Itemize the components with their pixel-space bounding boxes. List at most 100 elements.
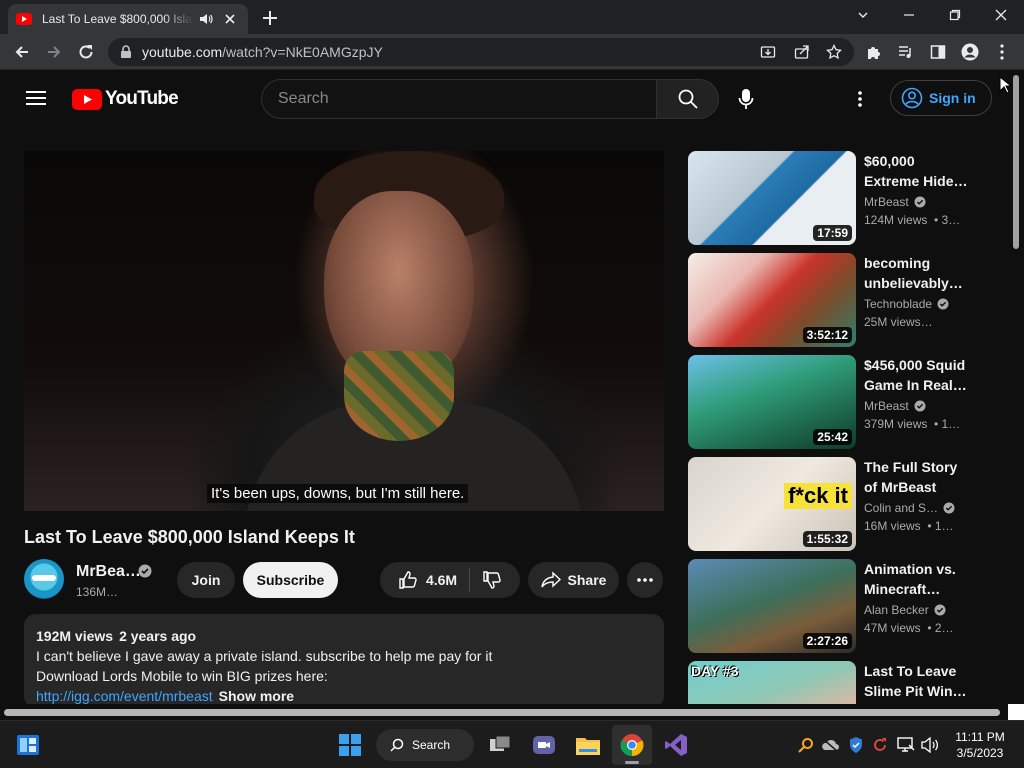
search-box[interactable] [261,79,657,119]
recommendation-title[interactable]: Last To Leave Slime Pit Win… [864,661,968,701]
recommendation-title[interactable]: becoming unbelievably… [864,253,968,293]
video-thumbnail[interactable]: f*ck it 1:55:32 [688,457,856,551]
display-settings-icon[interactable] [896,735,916,755]
reload-icon[interactable] [74,40,98,64]
settings-more-icon[interactable] [858,91,862,107]
browser-tab[interactable]: Last To Leave $800,000 Island Keeps It [8,4,248,34]
window-close-icon[interactable] [978,0,1024,30]
search-app-tray-icon[interactable] [796,735,816,755]
tab-close-icon[interactable] [222,11,238,27]
channel-name[interactable]: MrBea… [76,563,141,581]
recommendation-channel[interactable]: Alan Becker [864,603,946,617]
description-link[interactable]: http://igg.com/event/mrbeast [36,688,213,704]
video-thumbnail[interactable]: 17:59 [688,151,856,245]
hamburger-menu-icon[interactable] [26,90,46,106]
view-count-and-date: 192M views 2 years ago [36,628,197,644]
mouse-cursor-icon [999,76,1011,94]
recommendation-title[interactable]: The Full Story of MrBeast [864,457,968,497]
windows-start-icon[interactable] [330,725,370,765]
youtube-favicon-icon [16,13,32,25]
join-button[interactable]: Join [177,562,235,598]
new-tab-icon[interactable] [260,8,280,28]
recommendation-channel[interactable]: MrBeast [864,399,926,413]
tab-search-icon[interactable] [840,0,886,30]
chrome-menu-icon[interactable] [990,40,1014,64]
description-line-1: I can't believe I gave away a private is… [36,648,493,664]
channel-avatar[interactable] [24,559,64,599]
profile-icon[interactable] [958,40,982,64]
verified-check-icon [914,400,926,412]
subscribe-button[interactable]: Subscribe [243,562,338,598]
install-app-icon[interactable] [760,44,776,60]
thumbs-up-icon[interactable] [398,570,418,590]
forward-arrow-icon[interactable] [42,40,66,64]
vertical-scroll-thumb[interactable] [1013,75,1019,249]
video-thumbnail[interactable]: 3:52:12 [688,253,856,347]
minimize-icon[interactable] [886,0,932,30]
video-player[interactable]: It's been ups, downs, but I'm still here… [24,151,664,511]
volume-icon[interactable] [920,735,940,755]
chrome-taskbar-icon[interactable] [612,725,652,765]
recommendation-card[interactable]: 2:27:26 Animation vs. Minecraft… Alan Becke… [688,559,968,653]
share-arrow-icon [540,571,561,588]
subscriber-count: 136M… [76,585,119,599]
visual-studio-icon[interactable] [656,725,696,765]
recommendation-stats: 25M views… [864,315,933,329]
update-sync-icon[interactable] [870,735,890,755]
thumbs-down-icon[interactable] [482,570,502,590]
task-view-icon[interactable] [480,725,520,765]
onedrive-offline-icon[interactable] [820,735,840,755]
share-button[interactable]: Share [528,562,619,598]
back-arrow-icon[interactable] [10,40,34,64]
horizontal-scrollbar[interactable] [0,704,1024,720]
lock-icon[interactable] [120,45,132,59]
description-box[interactable]: 192M views 2 years ago I can't believe I … [24,614,664,708]
browser-tab-strip: Last To Leave $800,000 Island Keeps It [0,0,1024,34]
like-count[interactable]: 4.6M [426,572,457,588]
vertical-scrollbar[interactable] [1008,71,1024,704]
system-clock[interactable]: 11:11 PM 3/5/2023 [948,729,1012,761]
tab-audio-icon[interactable] [198,11,214,27]
recommendation-channel[interactable]: MrBeast [864,195,926,209]
search-button[interactable] [656,79,719,119]
search-input[interactable] [262,80,657,118]
scrollbar-corner [1008,704,1024,720]
file-explorer-icon[interactable] [568,725,608,765]
side-panel-icon[interactable] [926,40,950,64]
more-actions-button[interactable] [627,562,663,598]
restore-icon[interactable] [932,0,978,30]
video-thumbnail[interactable]: 2:27:26 [688,559,856,653]
voice-search-button[interactable] [726,79,766,119]
video-thumbnail[interactable]: 25:42 [688,355,856,449]
video-duration: 25:42 [813,429,852,445]
address-bar[interactable]: youtube.com/watch?v=NkE0AMGzpJY [108,38,854,66]
account-circle-icon [901,87,923,109]
horizontal-scroll-thumb[interactable] [4,709,1000,716]
media-queue-icon[interactable] [894,40,918,64]
video-duration: 1:55:32 [802,531,852,547]
teams-chat-icon[interactable] [524,725,564,765]
show-more-button[interactable]: Show more [219,688,294,704]
widgets-icon[interactable] [8,725,48,765]
security-shield-icon[interactable] [846,735,866,755]
recommendation-stats: 47M views • 2… [864,621,954,635]
sign-in-button[interactable]: Sign in [890,80,992,116]
recommendation-card[interactable]: 25:42 $456,000 Squid Game In Real… MrBeast 3… [688,355,968,449]
recommendation-card[interactable]: 3:52:12 becoming unbelievably… Technoblade 2… [688,253,968,347]
youtube-logo[interactable]: YouTube [72,88,179,110]
recommendation-card[interactable]: f*ck it 1:55:32 The Full Story of MrBeast Co… [688,457,968,551]
recommendation-channel[interactable]: Technoblade [864,297,949,311]
recommendation-channel[interactable]: Colin and S… [864,501,955,515]
share-page-icon[interactable] [794,44,810,60]
recommendation-title[interactable]: $60,000 Extreme Hide… [864,151,968,191]
recommendation-title[interactable]: Animation vs. Minecraft… [864,559,968,599]
extensions-puzzle-icon[interactable] [862,40,886,64]
recommendation-card[interactable]: 17:59 $60,000 Extreme Hide… MrBeast 124M vie… [688,151,968,245]
search-icon [678,89,698,109]
bookmark-star-icon[interactable] [826,44,842,60]
video-duration: 3:52:12 [802,327,852,343]
taskbar-search-button[interactable]: Search [376,729,474,761]
youtube-masthead: YouTube Sign in [0,71,1008,127]
video-duration: 17:59 [813,225,852,241]
recommendation-title[interactable]: $456,000 Squid Game In Real… [864,355,968,395]
